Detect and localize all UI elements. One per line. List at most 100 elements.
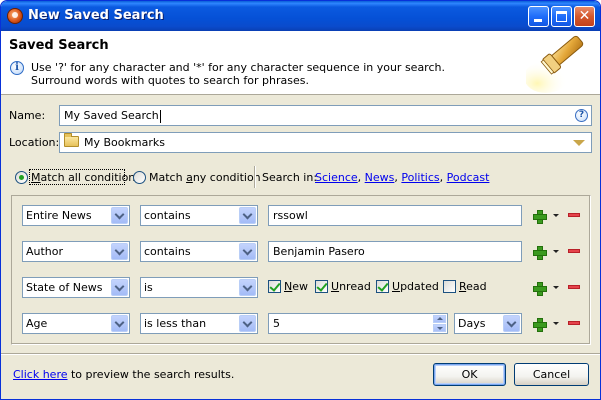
add-condition-icon[interactable] (532, 245, 547, 260)
text-caret (159, 109, 161, 123)
state-unread-label[interactable]: Unread (331, 280, 371, 293)
match-any-label[interactable]: Match any condition (149, 171, 261, 184)
spinner-buttons[interactable] (433, 315, 446, 332)
match-all-radio[interactable] (15, 171, 28, 184)
condition-field-value: Author (26, 245, 64, 258)
match-all-label[interactable]: Match all conditions (31, 171, 141, 184)
search-in-label: Search in: (262, 171, 318, 184)
chevron-down-icon[interactable] (239, 207, 256, 224)
folder-icon (64, 133, 79, 147)
match-any-radio[interactable] (133, 171, 146, 184)
condition-operator-select[interactable]: contains (140, 241, 258, 262)
condition-field-value: Age (26, 317, 48, 330)
help-icon[interactable]: ? (575, 109, 588, 122)
condition-field-select[interactable]: State of News (22, 277, 130, 298)
state-read-checkbox[interactable] (443, 280, 456, 293)
add-menu-dropdown-icon[interactable] (553, 214, 559, 217)
ok-button[interactable]: OK (433, 363, 506, 386)
condition-field-select[interactable]: Author (22, 241, 130, 262)
condition-value-text: rssowl (273, 209, 308, 222)
header-title: Saved Search (9, 38, 109, 53)
preview-link[interactable]: Click here (13, 368, 68, 381)
search-in-link-science[interactable]: Science (315, 171, 358, 184)
add-menu-dropdown-icon[interactable] (553, 322, 559, 325)
close-icon: ✕ (578, 8, 591, 24)
search-in-link-news[interactable]: News (365, 171, 395, 184)
name-label: Name: (9, 109, 46, 122)
add-condition-icon[interactable] (532, 281, 547, 296)
match-all-mnemonic: M (31, 171, 41, 184)
state-updated-checkbox[interactable] (376, 280, 389, 293)
spinner-down-icon[interactable] (433, 324, 446, 332)
add-condition-icon[interactable] (532, 317, 547, 332)
label-text: ead (466, 280, 487, 293)
window-title: New Saved Search (28, 8, 164, 23)
link-separator: , (357, 171, 362, 184)
condition-operator-select[interactable]: contains (140, 205, 258, 226)
condition-operator-value: contains (144, 245, 191, 258)
chevron-down-icon[interactable] (111, 279, 128, 296)
age-unit-value: Days (458, 317, 486, 330)
condition-operator-value: is (144, 281, 153, 294)
cancel-button[interactable]: Cancel (514, 363, 589, 386)
name-field[interactable]: My Saved Search ? (59, 105, 592, 126)
minimize-button[interactable] (528, 6, 549, 27)
remove-condition-icon[interactable] (568, 213, 580, 217)
search-in-link-politics[interactable]: Politics (401, 171, 439, 184)
chevron-down-icon[interactable] (503, 315, 520, 332)
age-unit-select[interactable]: Days (454, 313, 522, 334)
condition-field-value: State of News (26, 281, 103, 294)
spinner-up-icon[interactable] (433, 315, 446, 323)
location-label: Location: (9, 136, 60, 149)
condition-operator-select[interactable]: is (140, 277, 258, 298)
state-new-checkbox[interactable] (268, 280, 281, 293)
vertical-separator (254, 166, 256, 188)
state-updated-label[interactable]: Updated (392, 280, 439, 293)
condition-operator-select[interactable]: is less than (140, 313, 258, 334)
match-any-mnemonic: a (186, 171, 193, 184)
condition-value-input[interactable]: Benjamin Pasero (268, 241, 522, 262)
maximize-icon (556, 11, 567, 22)
state-read-label[interactable]: Read (459, 280, 487, 293)
condition-field-select[interactable]: Age (22, 313, 130, 334)
remove-condition-icon[interactable] (568, 321, 580, 325)
rssowl-app-icon (7, 8, 23, 24)
match-any-text: ny condition (192, 171, 261, 184)
description-line-2: Surround words with quotes to search for… (31, 74, 309, 87)
add-menu-dropdown-icon[interactable] (553, 286, 559, 289)
preview-hint: Click here to preview the search results… (13, 368, 234, 381)
location-selector[interactable]: My Bookmarks (59, 132, 592, 153)
label-text: pdated (400, 280, 439, 293)
age-spinner[interactable]: 5 (268, 313, 448, 334)
info-icon: i (10, 61, 24, 75)
chevron-down-icon[interactable] (111, 315, 128, 332)
chevron-down-icon[interactable] (239, 315, 256, 332)
state-new-label[interactable]: New (284, 280, 308, 293)
title-bar[interactable]: New Saved Search ✕ (1, 1, 600, 31)
remove-condition-icon[interactable] (568, 285, 580, 289)
add-condition-icon[interactable] (532, 209, 547, 224)
condition-value-input[interactable]: rssowl (268, 205, 522, 226)
close-button[interactable]: ✕ (574, 6, 595, 27)
condition-field-value: Entire News (26, 209, 92, 222)
maximize-button[interactable] (551, 6, 572, 27)
chevron-down-icon[interactable] (111, 243, 128, 260)
remove-condition-icon[interactable] (568, 249, 580, 253)
chevron-down-icon[interactable] (573, 140, 585, 146)
condition-field-select[interactable]: Entire News (22, 205, 130, 226)
add-menu-dropdown-icon[interactable] (553, 250, 559, 253)
header-description: Use '?' for any character and '*' for an… (31, 61, 445, 87)
label-text: ew (292, 280, 308, 293)
new-saved-search-dialog: New Saved Search ✕ Saved Search i Use '?… (0, 0, 601, 400)
chevron-down-icon[interactable] (239, 243, 256, 260)
chevron-down-icon[interactable] (111, 207, 128, 224)
label-text: nread (339, 280, 371, 293)
mnemonic: N (284, 280, 293, 293)
state-unread-checkbox[interactable] (315, 280, 328, 293)
link-separator: , (439, 171, 444, 184)
search-in-link-podcast[interactable]: Podcast (447, 171, 490, 184)
preview-text: to preview the search results. (67, 368, 235, 381)
minimize-icon (534, 19, 542, 22)
mnemonic: U (331, 280, 340, 293)
chevron-down-icon[interactable] (239, 279, 256, 296)
